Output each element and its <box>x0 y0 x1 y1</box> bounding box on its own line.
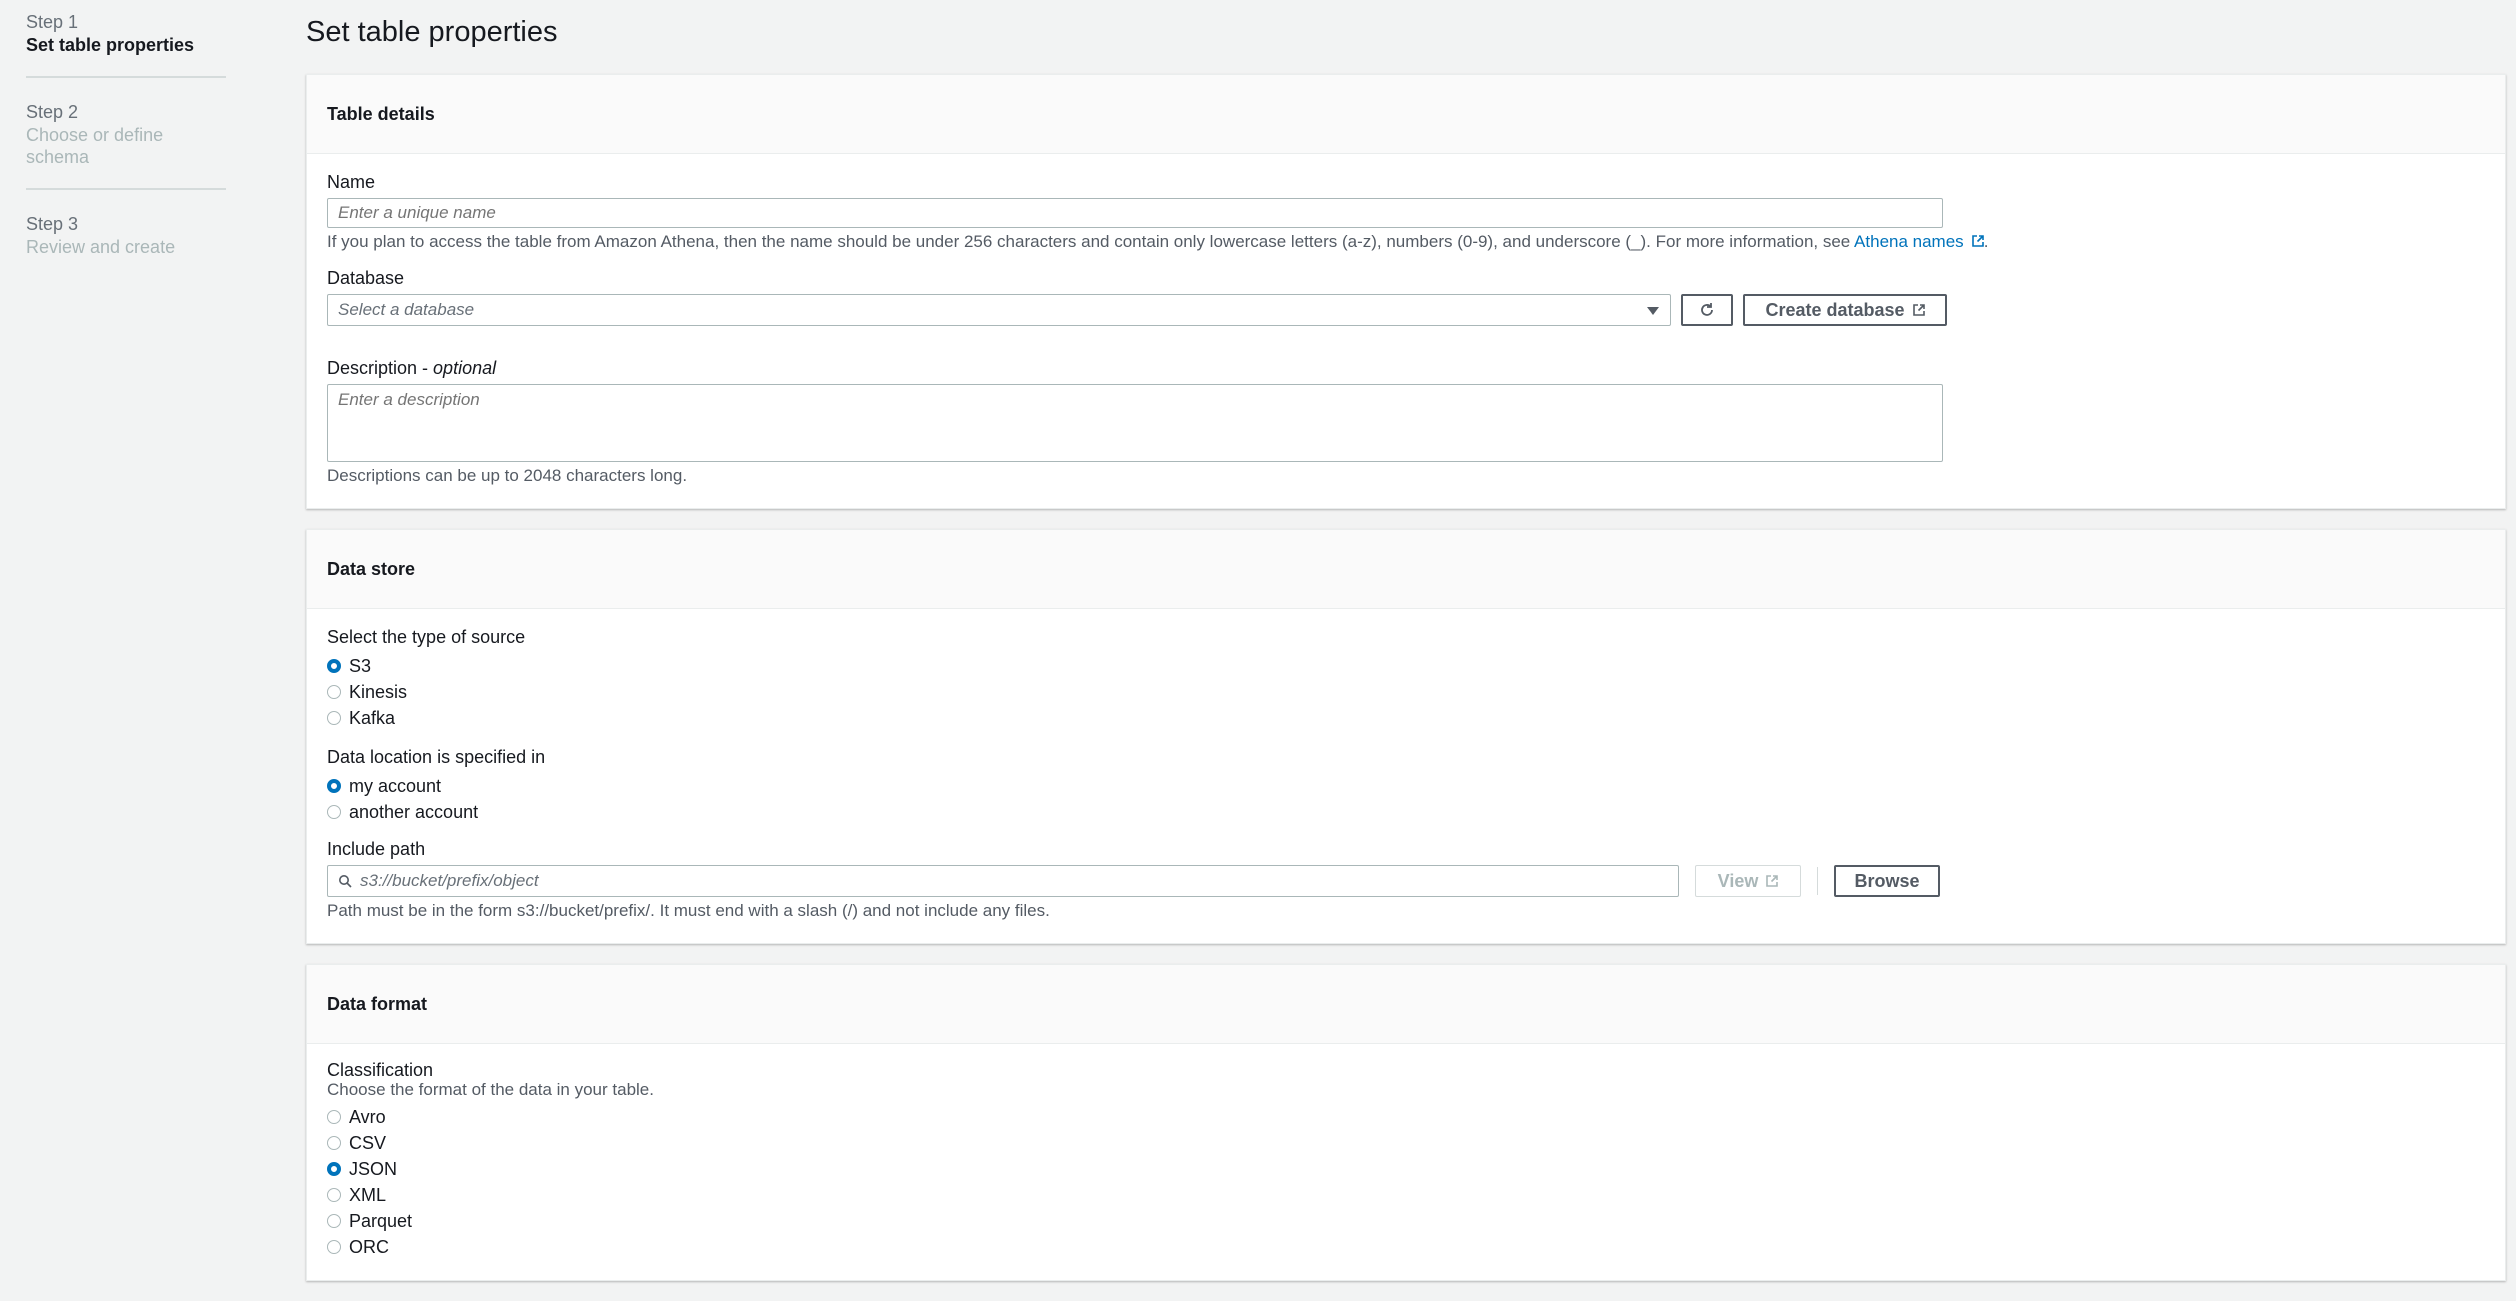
external-link-icon <box>1971 235 1984 247</box>
name-hint-text: If you plan to access the table from Ama… <box>327 232 1855 251</box>
include-path-label: Include path <box>327 839 426 859</box>
step-number: Step 3 <box>26 214 79 234</box>
format-option-orc[interactable]: ORC <box>327 1234 2485 1260</box>
refresh-databases-button[interactable] <box>1681 294 1733 326</box>
database-select-placeholder: Select a database <box>338 300 475 319</box>
classification-label: Classification <box>327 1060 434 1080</box>
description-hint: Descriptions can be up to 2048 character… <box>327 466 688 485</box>
database-row: Select a database Create database <box>327 294 2485 326</box>
database-select[interactable]: Select a database <box>327 294 1671 326</box>
step-3: Step 3 Review and create <box>26 210 226 278</box>
source-option-kafka[interactable]: Kafka <box>327 705 2485 731</box>
view-label: View <box>1717 870 1759 891</box>
radio[interactable] <box>327 1136 341 1150</box>
step-number: Step 2 <box>26 102 79 122</box>
data-format-panel: Data format Classification Choose the fo… <box>306 964 2506 1281</box>
radio-label: Kafka <box>349 707 396 728</box>
panel-title: Data store <box>327 558 416 579</box>
external-link-icon <box>1912 304 1925 316</box>
panel-title: Data format <box>327 993 428 1014</box>
panel-header: Data format <box>307 965 2505 1044</box>
athena-names-link-text: Athena names <box>1854 232 1964 251</box>
panel-header: Table details <box>307 75 2505 154</box>
athena-names-link[interactable]: Athena names <box>1854 232 1984 251</box>
step-title: Choose or define schema <box>26 125 164 167</box>
source-option-s3[interactable]: S3 <box>327 653 2485 679</box>
format-option-xml[interactable]: XML <box>327 1182 2485 1208</box>
radio-label: Kinesis <box>349 681 408 702</box>
refresh-icon <box>1701 303 1713 316</box>
radio-label: S3 <box>349 655 372 676</box>
browse-button[interactable]: Browse <box>1834 865 1940 897</box>
radio-label: my account <box>349 775 442 796</box>
location-option-my-account[interactable]: my account <box>327 773 2485 799</box>
wizard-steps-nav: Step 1 Set table properties Step 2 Choos… <box>26 8 226 298</box>
radio[interactable] <box>327 1110 341 1124</box>
radio[interactable] <box>327 1240 341 1254</box>
radio[interactable] <box>327 685 341 699</box>
radio[interactable] <box>327 1214 341 1228</box>
radio-label: ORC <box>349 1236 389 1257</box>
radio-label: CSV <box>349 1132 387 1153</box>
location-label: Data location is specified in <box>327 747 546 767</box>
radio-label: Parquet <box>349 1210 413 1231</box>
data-store-panel: Data store Select the type of source S3 … <box>306 529 2506 944</box>
optional-tag: optional <box>433 358 497 378</box>
format-option-avro[interactable]: Avro <box>327 1104 2485 1130</box>
name-input[interactable] <box>327 198 1943 228</box>
location-option-another-account[interactable]: another account <box>327 799 2485 825</box>
classification-hint: Choose the format of the data in your ta… <box>327 1080 654 1099</box>
include-path-placeholder: s3://bucket/prefix/object <box>360 871 539 890</box>
format-option-parquet[interactable]: Parquet <box>327 1208 2485 1234</box>
create-database-label: Create database <box>1765 299 1905 320</box>
radio-selected[interactable] <box>327 779 341 793</box>
include-path-row: s3://bucket/prefix/object View Browse <box>327 865 2485 897</box>
panel-header: Data store <box>307 530 2505 609</box>
radio-label: JSON <box>349 1158 398 1179</box>
external-link-icon <box>1766 875 1779 887</box>
name-hint: If you plan to access the table from Ama… <box>327 230 2485 254</box>
search-icon <box>339 875 352 888</box>
description-label: Description - optional <box>327 358 497 378</box>
format-option-csv[interactable]: CSV <box>327 1130 2485 1156</box>
create-database-button[interactable]: Create database <box>1743 294 1947 326</box>
table-details-panel: Table details Name If you plan to access… <box>306 74 2506 509</box>
radio-selected[interactable] <box>327 1162 341 1176</box>
database-label: Database <box>327 268 405 288</box>
radio-label: Avro <box>349 1106 386 1127</box>
name-label: Name <box>327 172 376 192</box>
radio-label: XML <box>349 1184 387 1205</box>
divider <box>1817 867 1818 895</box>
source-type-label: Select the type of source <box>327 627 526 647</box>
radio[interactable] <box>327 711 341 725</box>
view-button[interactable]: View <box>1695 865 1801 897</box>
main-content: Set table properties Table details Name … <box>306 0 2506 1301</box>
include-path-input[interactable]: s3://bucket/prefix/object <box>327 865 1679 897</box>
caret-down-icon <box>1647 307 1659 315</box>
step-title: Set table properties <box>26 35 195 55</box>
format-option-json[interactable]: JSON <box>327 1156 2485 1182</box>
period: . <box>1983 232 1989 251</box>
page-title: Set table properties <box>306 16 558 48</box>
step-number: Step 1 <box>26 12 79 32</box>
radio-selected[interactable] <box>327 659 341 673</box>
include-path-hint: Path must be in the form s3://bucket/pre… <box>327 901 1050 920</box>
source-option-kinesis[interactable]: Kinesis <box>327 679 2485 705</box>
radio-label: another account <box>349 801 479 822</box>
description-label-text: Description <box>327 358 418 378</box>
panel-title: Table details <box>327 103 435 124</box>
step-title: Review and create <box>26 237 176 257</box>
radio[interactable] <box>327 1188 341 1202</box>
description-input[interactable] <box>327 384 1943 462</box>
radio[interactable] <box>327 805 341 819</box>
step-1[interactable]: Step 1 Set table properties <box>26 8 226 78</box>
step-2: Step 2 Choose or define schema <box>26 98 226 190</box>
